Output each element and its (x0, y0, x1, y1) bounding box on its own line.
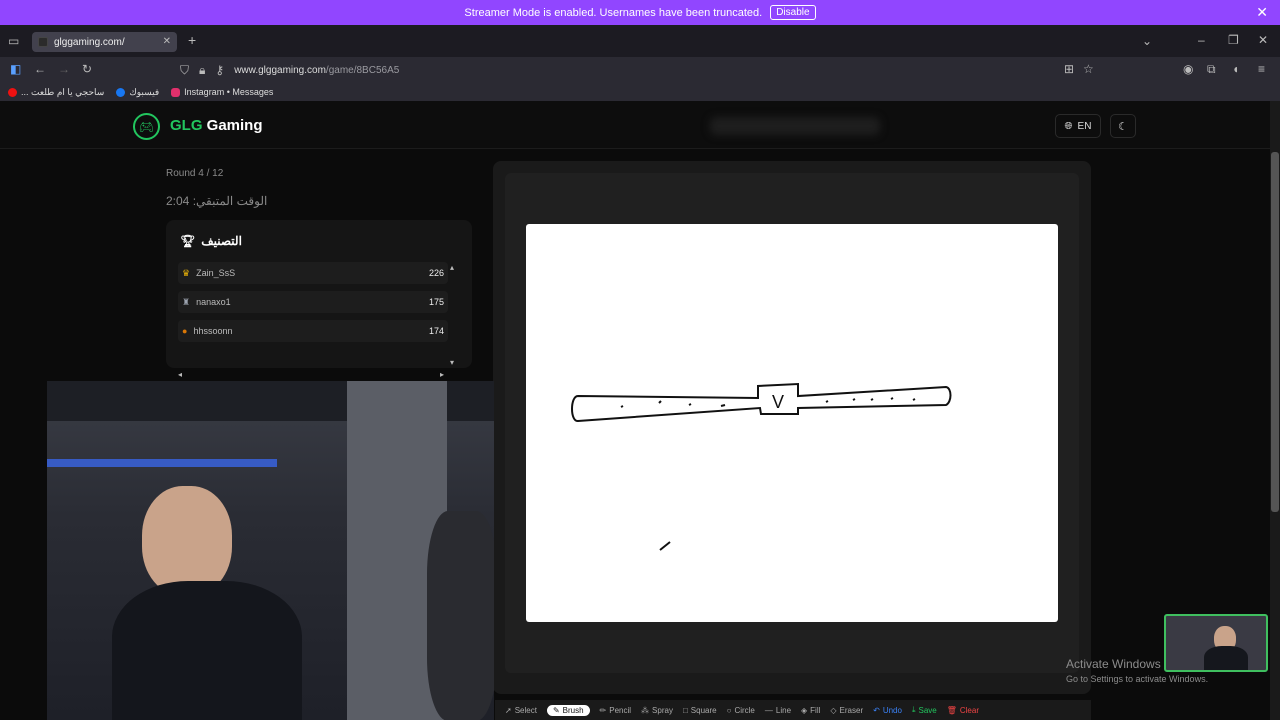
youtube-icon (8, 87, 17, 97)
download-icon: ⤓ (911, 705, 916, 714)
time-remaining: الوقت المتبقي: 2:04 (166, 194, 268, 208)
drawing-stroke (571, 382, 952, 422)
save-button[interactable]: ⤓ Save (912, 705, 937, 715)
trophy-icon: 🏆︎ (180, 234, 196, 248)
undo-button[interactable]: ↶ Undo (873, 706, 902, 715)
tab-close-icon[interactable]: ✕ (163, 36, 171, 48)
account-icon[interactable]: ◉ (1183, 63, 1193, 75)
activate-windows-title: Activate Windows (1066, 657, 1161, 671)
bookmark-youtube[interactable]: ... ساحجي يا ام طلعت (8, 87, 104, 98)
bookmark-facebook[interactable]: فيسبوك (116, 87, 159, 98)
ranking-title: 🏆︎ التصنيف (180, 234, 242, 248)
tab-list-icon[interactable]: ⌄ (1142, 35, 1152, 47)
fill-icon: ◈ (801, 705, 808, 715)
theme-toggle[interactable]: ☾ (1110, 114, 1136, 138)
instagram-icon (171, 87, 181, 97)
square-icon: □ (682, 705, 688, 715)
window-close-icon[interactable]: ✕ (1258, 34, 1268, 46)
scrollbar-thumb[interactable] (1271, 152, 1279, 512)
address-bar[interactable]: ⛉ 🔒︎ ⚷ www.glggaming.com/game/8BC56A5 (180, 60, 1100, 80)
container-icon[interactable]: ◧ (10, 63, 21, 75)
webcam-overlay (47, 381, 494, 720)
tool-brush[interactable]: ✎ Brush (546, 704, 590, 716)
shield-icon: ⛉ (180, 63, 190, 77)
tool-line[interactable]: — Line (765, 706, 791, 715)
browser-tab[interactable]: glggaming.com/ ✕ (32, 32, 177, 52)
tool-circle[interactable]: ○ Circle (727, 706, 755, 715)
banner-text: Streamer Mode is enabled. Usernames have… (464, 6, 763, 19)
activate-windows-subtitle: Go to Settings to activate Windows. (1066, 674, 1209, 684)
spray-icon: ⁂ (641, 705, 650, 715)
line-icon: — (764, 705, 773, 715)
mini-webcam (1164, 614, 1268, 672)
forward-icon[interactable]: → (58, 63, 70, 75)
moon-icon: ☾ (1118, 120, 1128, 133)
reload-icon[interactable]: ↻ (82, 63, 92, 75)
tool-select[interactable]: ➚ Select (505, 706, 537, 715)
drawing-canvas[interactable]: V (526, 224, 1058, 622)
blurred-nav (710, 117, 880, 135)
favicon-icon (38, 37, 48, 47)
scroll-up-icon[interactable]: ▴ (450, 262, 454, 274)
crown-icon: ♛ (182, 267, 191, 278)
bookmark-instagram[interactable]: Instagram • Messages (171, 87, 273, 97)
tool-spray[interactable]: ⁂ Spray (641, 706, 673, 715)
restore-icon[interactable]: ❐ (1228, 34, 1239, 46)
clear-button[interactable]: 🗑︎ Clear (947, 706, 979, 715)
new-tab-icon[interactable]: + (188, 33, 196, 47)
trophy-icon: ♜ (182, 296, 191, 307)
close-icon[interactable]: ✕ (1256, 4, 1268, 21)
minimize-icon[interactable]: – (1198, 34, 1205, 46)
trash-icon: 🗑︎ (946, 705, 957, 715)
url-path: /game/8BC56A5 (325, 64, 400, 76)
url-host: www.glggaming.com (234, 64, 326, 76)
undo-icon: ↶ (873, 705, 880, 715)
drawing-dots (620, 397, 916, 551)
facebook-icon (116, 87, 126, 97)
back-icon[interactable]: ← (34, 63, 46, 75)
gamepad-icon[interactable]: 🎮︎ (133, 113, 160, 140)
drawing-letter: V (772, 392, 784, 412)
lock-icon: 🔒︎ (199, 63, 206, 77)
scroll-left-icon[interactable]: ◂ (178, 369, 182, 381)
scroll-right-icon[interactable]: ▸ (440, 369, 444, 381)
tool-fill[interactable]: ◈ Fill (801, 706, 820, 715)
audio-icon[interactable]: ◖ (1232, 63, 1239, 75)
reader-view-icon[interactable]: ⊞ (1064, 63, 1074, 75)
tab-title: glggaming.com/ (54, 36, 125, 48)
round-indicator: Round 4 / 12 (166, 168, 224, 179)
eraser-icon: ◇ (830, 705, 837, 715)
streamer-mode-banner: Streamer Mode is enabled. Usernames have… (0, 0, 1280, 25)
bookmark-star-icon[interactable]: ☆ (1083, 63, 1094, 75)
medal-icon: ● (182, 326, 188, 336)
language-button[interactable]: 🌐︎ EN (1055, 114, 1101, 138)
ranking-row: ♛ Zain_SsS 226 (178, 262, 448, 284)
brush-icon: ✎ (552, 705, 560, 715)
ranking-row: ● hhssoonn 174 (178, 320, 448, 342)
cursor-icon: ➚ (505, 705, 512, 715)
disable-button[interactable]: Disable (770, 5, 816, 20)
circle-icon: ○ (726, 705, 732, 715)
tool-pencil[interactable]: ✏︎ Pencil (600, 706, 632, 715)
ranking-row: ♜ nanaxo1 175 (178, 291, 448, 313)
extensions-icon[interactable]: ⧉ (1207, 63, 1216, 75)
pencil-icon: ✏︎ (599, 705, 607, 715)
tool-square[interactable]: □ Square (683, 706, 717, 715)
brand-logo[interactable]: GLG Gaming (170, 117, 263, 134)
tool-eraser[interactable]: ◇ Eraser (830, 706, 863, 715)
sidebar-toggle-icon[interactable]: ▭ (8, 35, 19, 47)
scroll-down-icon[interactable]: ▾ (450, 357, 454, 369)
menu-icon[interactable]: ≡ (1258, 63, 1265, 75)
key-icon: ⚷ (215, 63, 225, 77)
globe-icon: 🌐︎ (1064, 120, 1073, 132)
drawing-toolbar: ➚ Select ✎ Brush ✏︎ Pencil ⁂ Spray □ Square ○… (495, 700, 1091, 720)
bookmarks-bar: ... ساحجي يا ام طلعت فيسبوك Instagram • … (0, 83, 1280, 101)
